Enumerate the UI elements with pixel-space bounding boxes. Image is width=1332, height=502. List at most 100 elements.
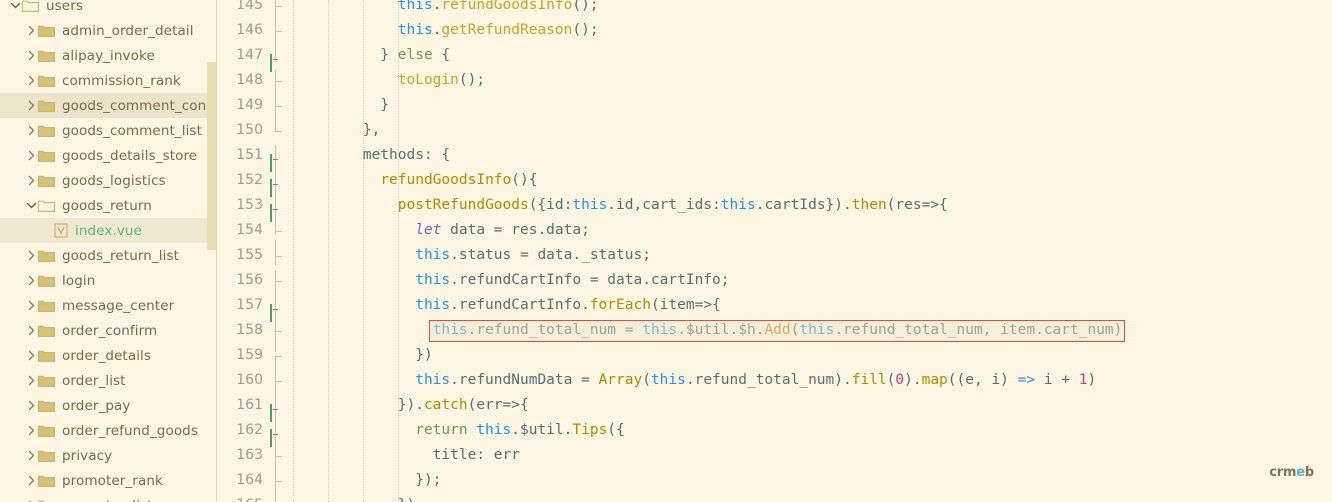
code-editor-pane[interactable]: 145 this.refundGoodsInfo(); 146 this.getR…	[217, 0, 1332, 502]
watermark-prefix: crm	[1269, 465, 1297, 480]
line-number: 159	[236, 347, 263, 363]
fold-collapse-icon[interactable]	[270, 201, 281, 222]
chevron-right-icon[interactable]	[24, 250, 38, 261]
code-line[interactable]: 149 }	[217, 93, 1332, 118]
file-explorer-sidebar[interactable]: users admin_order_detail alipay_invoke comm…	[0, 0, 217, 502]
code-line[interactable]: 150 },	[217, 118, 1332, 143]
code-line[interactable]: 146 this.getRefundReason();	[217, 18, 1332, 43]
tree-item-label: order_refund_goods	[62, 422, 198, 439]
code-line[interactable]: 161 }).catch(err=>{	[217, 393, 1332, 422]
code-line[interactable]: 156 this.refundCartInfo = data.cartInfo;	[217, 268, 1332, 293]
tree-item-admin-order-detail[interactable]: admin_order_detail	[0, 18, 217, 43]
fold-collapse-icon[interactable]	[270, 401, 281, 422]
line-number: 155	[236, 247, 263, 263]
tree-item-users[interactable]: users	[0, 0, 217, 18]
code-line[interactable]: 163 title: err	[217, 443, 1332, 468]
tree-item-index-vue[interactable]: index.vue	[0, 218, 217, 243]
line-number: 154	[236, 222, 263, 238]
chevron-right-icon[interactable]	[24, 450, 38, 461]
tree-item-goods-comment-list[interactable]: goods_comment_list	[0, 118, 217, 143]
tree-item-login[interactable]: login	[0, 268, 217, 293]
tree-item-label: goods_comment_con	[62, 97, 207, 114]
code-line[interactable]: 154 let data = res.data;	[217, 218, 1332, 243]
code-line[interactable]: 152 refundGoodsInfo(){	[217, 168, 1332, 197]
sidebar-scrollbar-thumb[interactable]	[207, 62, 216, 250]
tree-item-promoter-rank[interactable]: promoter_rank	[0, 468, 217, 493]
chevron-right-icon[interactable]	[24, 125, 38, 136]
code-line[interactable]: 147 } else {	[217, 43, 1332, 72]
code-text: this.refundNumData = Array(this.refund_t…	[415, 372, 1097, 388]
fold-collapse-icon[interactable]	[270, 426, 281, 447]
chevron-right-icon[interactable]	[24, 375, 38, 386]
code-line[interactable]: 157 this.refundCartInfo.forEach(item=>{	[217, 293, 1332, 322]
tree-item-label: goods_return_list	[62, 247, 179, 264]
tree-item-label: order_details	[62, 347, 152, 364]
line-number: 156	[236, 272, 263, 288]
folder-open-icon	[37, 199, 56, 212]
fold-collapse-icon[interactable]	[270, 151, 281, 172]
chevron-right-icon[interactable]	[24, 75, 38, 86]
watermark-accent: e	[1296, 465, 1305, 480]
tree-item-promoter-list[interactable]: promoter_list	[0, 493, 217, 502]
chevron-right-icon[interactable]	[24, 175, 38, 186]
chevron-right-icon[interactable]	[24, 275, 38, 286]
fold-collapse-icon[interactable]	[270, 176, 281, 197]
tree-item-goods-comment-con[interactable]: goods_comment_con	[0, 93, 217, 118]
tree-item-privacy[interactable]: privacy	[0, 443, 217, 468]
folder-icon	[38, 99, 55, 112]
chevron-right-icon[interactable]	[24, 50, 38, 61]
tree-item-message-center[interactable]: message_center	[0, 293, 217, 318]
code-structure-tick	[275, 356, 282, 357]
tree-item-order-pay[interactable]: order_pay	[0, 393, 217, 418]
tree-item-order-refund-goods[interactable]: order_refund_goods	[0, 418, 217, 443]
code-line[interactable]: 162 return this.$util.Tips({	[217, 418, 1332, 447]
tree-item-order-list[interactable]: order_list	[0, 368, 217, 393]
folder-icon	[38, 74, 55, 87]
tree-item-goods-return[interactable]: goods_return	[0, 193, 217, 218]
code-structure-tick	[275, 331, 282, 332]
code-text: title: err	[293, 447, 520, 463]
tree-item-alipay-invoke[interactable]: alipay_invoke	[0, 43, 217, 68]
folder-icon	[38, 324, 55, 337]
chevron-right-icon[interactable]	[24, 475, 38, 486]
code-line[interactable]: 159 })	[217, 343, 1332, 368]
tree-item-order-confirm[interactable]: order_confirm	[0, 318, 217, 343]
watermark-suffix: b	[1304, 465, 1314, 480]
code-text: refundGoodsInfo(){	[380, 172, 538, 188]
chevron-right-icon[interactable]	[24, 350, 38, 361]
tree-item-order-details[interactable]: order_details	[0, 343, 217, 368]
fold-collapse-icon[interactable]	[270, 301, 281, 322]
file-tree[interactable]: users admin_order_detail alipay_invoke comm…	[0, 0, 217, 502]
chevron-down-icon[interactable]	[24, 201, 38, 210]
tree-item-label: login	[62, 272, 96, 289]
tree-item-goods-details-store[interactable]: goods_details_store	[0, 143, 217, 168]
code-line[interactable]: 165 })	[217, 493, 1332, 502]
code-line[interactable]: 158 this.refund_total_num = this.$util.$…	[217, 318, 1332, 343]
chevron-right-icon[interactable]	[24, 100, 38, 111]
chevron-right-icon[interactable]	[24, 400, 38, 411]
code-line[interactable]: 148 toLogin();	[217, 68, 1332, 93]
chevron-down-icon[interactable]	[8, 1, 22, 10]
fold-collapse-icon[interactable]	[270, 51, 281, 72]
code-text: toLogin();	[397, 72, 486, 88]
line-number: 164	[236, 472, 263, 488]
chevron-right-icon[interactable]	[24, 25, 38, 36]
folder-icon	[38, 374, 55, 387]
line-number: 160	[236, 372, 263, 388]
code-surface[interactable]: 145 this.refundGoodsInfo(); 146 this.getR…	[217, 0, 1332, 502]
tree-item-goods-return-list[interactable]: goods_return_list	[0, 243, 217, 268]
chevron-right-icon[interactable]	[24, 325, 38, 336]
tree-item-goods-logistics[interactable]: goods_logistics	[0, 168, 217, 193]
tree-item-commission-rank[interactable]: commission_rank	[0, 68, 217, 93]
tree-item-label: promoter_rank	[62, 472, 163, 489]
code-line[interactable]: 145 this.refundGoodsInfo();	[217, 0, 1332, 18]
chevron-right-icon[interactable]	[24, 150, 38, 161]
code-line[interactable]: 155 this.status = data._status;	[217, 243, 1332, 268]
code-line[interactable]: 164 });	[217, 468, 1332, 493]
line-number: 147	[236, 47, 263, 63]
chevron-right-icon[interactable]	[24, 300, 38, 311]
chevron-right-icon[interactable]	[24, 425, 38, 436]
code-line[interactable]: 151 methods: {	[217, 143, 1332, 172]
code-line[interactable]: 160 this.refundNumData = Array(this.refu…	[217, 368, 1332, 393]
code-line[interactable]: 153 postRefundGoods({id:this.id,cart_ids…	[217, 193, 1332, 222]
